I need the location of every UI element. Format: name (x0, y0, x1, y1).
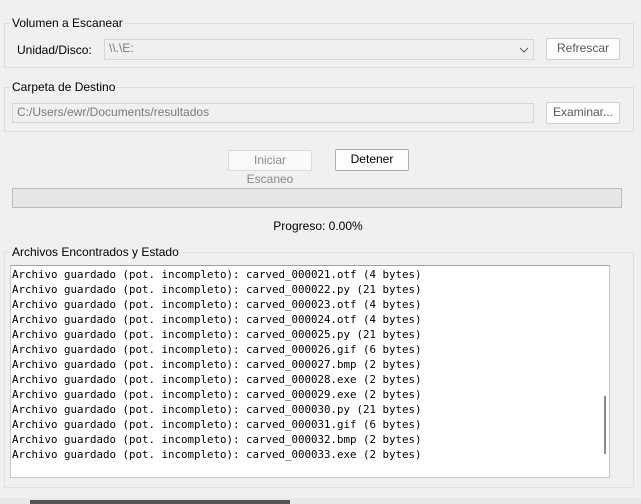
stop-button[interactable]: Detener (335, 149, 409, 171)
log-line: Archivo guardado (pot. incompleto): carv… (12, 268, 422, 281)
log-line: Archivo guardado (pot. incompleto): carv… (12, 313, 422, 326)
chevron-down-icon[interactable] (515, 40, 533, 59)
files-log[interactable]: Archivo guardado (pot. incompleto): carv… (10, 265, 610, 478)
log-line: Archivo guardado (pot. incompleto): carv… (12, 373, 422, 386)
log-line: Archivo guardado (pot. incompleto): carv… (12, 403, 422, 416)
bottom-edge-dark (30, 500, 290, 504)
log-line: Archivo guardado (pot. incompleto): carv… (12, 358, 422, 371)
log-line: Archivo guardado (pot. incompleto): carv… (12, 418, 422, 431)
log-line: Archivo guardado (pot. incompleto): carv… (12, 448, 422, 461)
log-line: Archivo guardado (pot. incompleto): carv… (12, 298, 422, 311)
log-line: Archivo guardado (pot. incompleto): carv… (12, 343, 422, 356)
log-line: Archivo guardado (pot. incompleto): carv… (12, 433, 422, 446)
drive-value: \\.\E: (109, 41, 134, 55)
destination-group-title: Carpeta de Destino (10, 79, 118, 95)
files-group-title: Archivos Encontrados y Estado (10, 244, 181, 260)
progress-bar (12, 188, 622, 208)
volume-group-title: Volumen a Escanear (10, 15, 125, 31)
browse-button[interactable]: Examinar... (546, 102, 620, 124)
destination-path-field[interactable]: C:/Users/ewr/Documents/resultados (12, 103, 534, 123)
log-scrollbar-thumb[interactable] (604, 396, 606, 454)
drive-combobox[interactable]: \\.\E: (104, 39, 534, 60)
log-line: Archivo guardado (pot. incompleto): carv… (12, 328, 422, 341)
start-scan-button[interactable]: Iniciar Escaneo (228, 150, 312, 186)
progress-label: Progreso: 0.00% (273, 219, 363, 233)
refresh-button[interactable]: Refrescar (546, 38, 620, 60)
drive-label: Unidad/Disco: (17, 43, 92, 57)
log-line: Archivo guardado (pot. incompleto): carv… (12, 283, 422, 296)
log-line: Archivo guardado (pot. incompleto): carv… (12, 388, 422, 401)
log-lines: Archivo guardado (pot. incompleto): carv… (12, 267, 422, 462)
